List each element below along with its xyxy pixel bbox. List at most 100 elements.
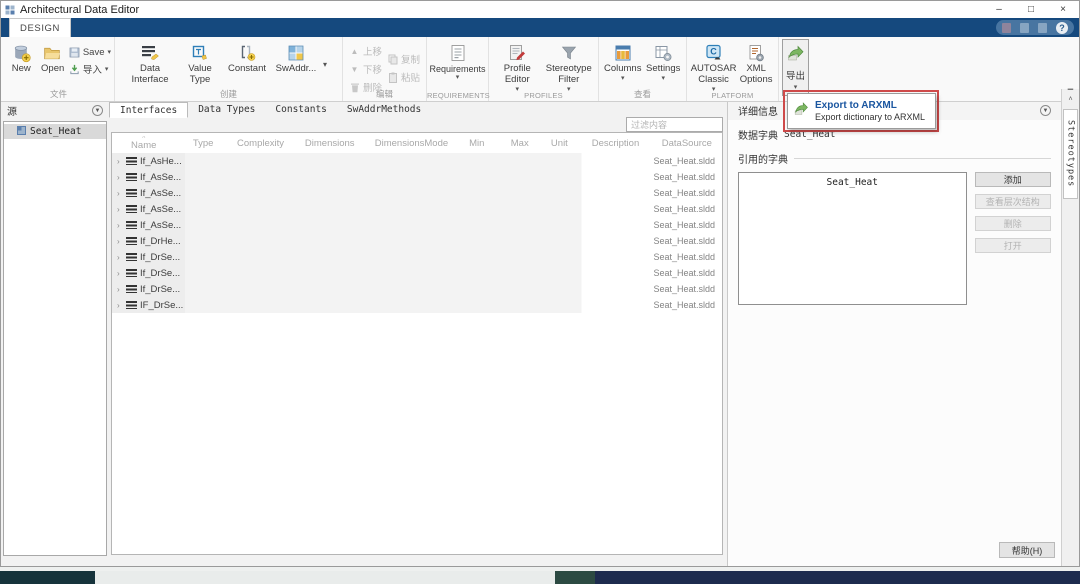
new-button[interactable]: New <box>6 40 36 75</box>
table-row[interactable]: › IF_DrSe... Seat_Heat.sldd <box>112 297 722 313</box>
expand-chevron-icon[interactable]: › <box>117 173 126 182</box>
requirements-button[interactable]: Requirements ▾ <box>429 40 485 81</box>
close-button[interactable]: × <box>1047 2 1079 18</box>
filter-input[interactable] <box>626 117 723 132</box>
table-row[interactable]: › If_AsSe... Seat_Heat.sldd <box>112 201 722 217</box>
tab-design[interactable]: DESIGN <box>9 18 71 37</box>
open-button[interactable]: Open <box>36 40 68 75</box>
data-source: Seat_Heat.sldd <box>653 284 715 294</box>
minimize-button[interactable]: – <box>983 2 1015 18</box>
expand-chevron-icon[interactable]: › <box>117 157 126 166</box>
interface-icon <box>126 253 137 261</box>
help-icon[interactable]: ? <box>1056 22 1068 34</box>
column-header[interactable]: Complexity <box>231 138 290 149</box>
dictionary-field-label: 数据字典 <box>738 127 778 142</box>
tree-item-seat-heat[interactable]: Seat_Heat <box>4 124 106 139</box>
profile-editor-button[interactable]: Profile Editor ▾ <box>492 40 543 93</box>
move-up-icon: ▲ <box>349 47 360 56</box>
button-label: 导入 <box>83 62 102 76</box>
stereotypes-vertical-tab[interactable]: Stereotypes <box>1063 109 1078 199</box>
ribbon-group-create: Data Interface Value Type Constant SwAdd… <box>115 37 343 101</box>
expand-chevron-icon[interactable]: › <box>117 269 126 278</box>
view-hierarchy-button[interactable]: 查看层次结构 <box>975 194 1051 209</box>
data-source: Seat_Heat.sldd <box>653 188 715 198</box>
export-menu-item[interactable]: Export to ARXML Export dictionary to ARX… <box>787 93 936 129</box>
column-header[interactable]: Type <box>175 138 231 149</box>
expand-chevron-icon[interactable]: › <box>117 285 126 294</box>
expand-chevron-icon[interactable]: › <box>117 221 126 230</box>
save-button[interactable]: Save ▾ <box>69 47 111 58</box>
app-window: Architectural Data Editor – □ × DESIGN ?… <box>0 0 1080 567</box>
column-header[interactable]: Max <box>500 138 540 149</box>
help-button[interactable]: 帮助(H) <box>999 542 1055 558</box>
stereotype-filter-button[interactable]: Stereotype Filter ▾ <box>543 40 595 93</box>
expand-chevron-icon[interactable]: › <box>117 237 126 246</box>
paste-button[interactable]: 粘贴 <box>387 70 420 84</box>
tab-interfaces[interactable]: Interfaces <box>109 102 188 118</box>
tab-data-types[interactable]: Data Types <box>188 102 265 118</box>
maximize-button[interactable]: □ <box>1015 2 1047 18</box>
xml-options-button[interactable]: XML Options <box>737 40 775 86</box>
button-label: Data Interface <box>123 64 177 86</box>
button-label: Stereotype Filter <box>543 64 595 86</box>
autosar-classic-button[interactable]: C AUTOSAR Classic ▾ <box>690 40 737 93</box>
swaddr-button[interactable]: SwAddr... <box>271 40 321 75</box>
column-header[interactable]: Name <box>112 136 175 151</box>
columns-button[interactable]: Columns ▾ <box>602 40 643 82</box>
table-row[interactable]: › If_DrSe... Seat_Heat.sldd <box>112 281 722 297</box>
copy-button[interactable]: 复制 <box>387 52 420 66</box>
move-up-button[interactable]: ▲ 上移 <box>349 44 382 58</box>
taskbar[interactable] <box>0 571 1080 584</box>
gallery-overflow-button[interactable]: ▾ <box>321 60 329 69</box>
group-label-file: 文件 <box>3 88 114 101</box>
collapse-panel-icon[interactable]: ▔˄ <box>1066 91 1076 103</box>
column-header[interactable]: Min <box>454 138 500 149</box>
referenced-dictionary-list[interactable]: Seat_Heat <box>738 172 967 305</box>
open-dictionary-button[interactable]: 打开 <box>975 238 1051 253</box>
column-header[interactable]: Dimensions <box>290 138 369 149</box>
table-row[interactable]: › If_DrSe... Seat_Heat.sldd <box>112 265 722 281</box>
tab-swaddrmethods[interactable]: SwAddrMethods <box>337 102 431 118</box>
collapse-chevron-icon[interactable]: ▼ <box>92 105 103 116</box>
settings-button[interactable]: Settings ▾ <box>643 40 683 82</box>
column-header[interactable]: Description <box>579 138 652 149</box>
column-header[interactable]: DataSource <box>652 138 722 149</box>
export-button[interactable]: 导出 ▾ <box>782 39 809 96</box>
table-row[interactable]: › If_DrSe... Seat_Heat.sldd <box>112 249 722 265</box>
interface-icon <box>126 205 137 213</box>
profile-editor-icon <box>507 42 527 64</box>
value-type-button[interactable]: Value Type <box>177 40 223 86</box>
open-folder-icon <box>43 42 62 64</box>
copy-icon <box>387 54 398 65</box>
constant-button[interactable]: Constant <box>223 40 271 75</box>
import-button[interactable]: 导入 ▾ <box>69 62 111 76</box>
column-header[interactable]: Unit <box>540 138 580 149</box>
source-tree: Seat_Heat <box>3 121 107 556</box>
quick-access-icon[interactable] <box>1038 23 1047 33</box>
data-source: Seat_Heat.sldd <box>653 300 715 310</box>
data-interface-button[interactable]: Data Interface <box>123 40 177 86</box>
expand-chevron-icon[interactable]: › <box>117 253 126 262</box>
move-down-button[interactable]: ▼ 下移 <box>349 62 382 76</box>
expand-chevron-icon[interactable]: › <box>117 205 126 214</box>
table-row[interactable]: › If_AsSe... Seat_Heat.sldd <box>112 217 722 233</box>
import-icon <box>69 64 80 75</box>
table-row[interactable]: › If_AsHe... Seat_Heat.sldd <box>112 153 722 169</box>
list-item[interactable]: Seat_Heat <box>827 177 878 188</box>
interface-name: If_AsSe... <box>140 220 181 231</box>
expand-chevron-icon[interactable]: › <box>117 301 126 310</box>
delete-dictionary-button[interactable]: 删除 <box>975 216 1051 231</box>
button-label: Save <box>83 47 105 58</box>
table-row[interactable]: › If_DrHe... Seat_Heat.sldd <box>112 233 722 249</box>
quick-access-icon[interactable] <box>1002 23 1011 33</box>
button-label: Value Type <box>177 64 223 86</box>
collapse-chevron-icon[interactable]: ▼ <box>1040 105 1051 116</box>
table-row[interactable]: › If_AsSe... Seat_Heat.sldd <box>112 185 722 201</box>
add-button[interactable]: 添加 <box>975 172 1051 187</box>
tab-constants[interactable]: Constants <box>265 102 336 118</box>
quick-access-icon[interactable] <box>1020 23 1029 33</box>
table-row[interactable]: › If_AsSe... Seat_Heat.sldd <box>112 169 722 185</box>
expand-chevron-icon[interactable]: › <box>117 189 126 198</box>
column-header[interactable]: DimensionsMode <box>369 138 453 149</box>
right-side-strip: ▔˄ Stereotypes <box>1061 89 1079 566</box>
